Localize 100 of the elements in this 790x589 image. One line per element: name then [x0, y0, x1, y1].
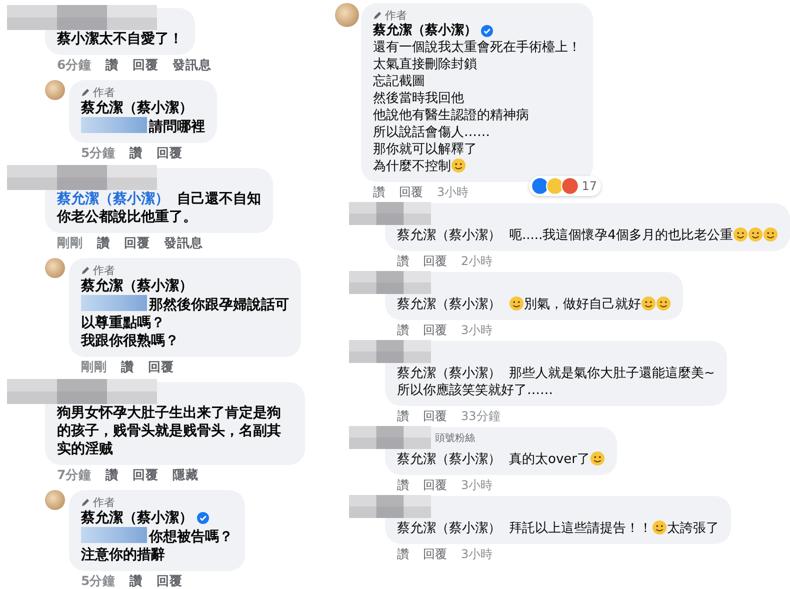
- comment-action-link[interactable]: 讚: [397, 253, 409, 269]
- timestamp: 33分鐘: [461, 408, 500, 424]
- timestamp: 剛剛: [81, 359, 107, 375]
- comment-action-link[interactable]: 隱藏: [172, 467, 199, 483]
- blurred-name: [81, 117, 147, 133]
- emoji-icon: [748, 227, 763, 242]
- avatar[interactable]: [45, 258, 65, 278]
- comment-text: 別氣，做好自己就好: [524, 297, 641, 312]
- comment-action-link[interactable]: 讚: [130, 145, 143, 161]
- comment-action-link[interactable]: 回覆: [423, 546, 447, 562]
- wow-reaction-icon: [546, 177, 564, 195]
- comment-action-link[interactable]: 回覆: [132, 57, 159, 73]
- comment-text: 為什麼不控制: [373, 159, 451, 174]
- comment-text: 注意你的措辭: [81, 547, 165, 563]
- timestamp: 7分鐘: [57, 467, 92, 483]
- commenter-name[interactable]: 蔡允潔（蔡小潔）: [81, 509, 193, 527]
- comment-action-link[interactable]: 回覆: [124, 235, 150, 251]
- timestamp: 3小時: [437, 184, 469, 200]
- comment-text: 呃.....我這個懷孕4個多月的也比老公重: [509, 228, 733, 243]
- mention-link[interactable]: 蔡允潔（蔡小潔）: [397, 297, 501, 312]
- comment-text: 自己還不自知: [177, 191, 261, 207]
- comment-action-link[interactable]: 讚: [397, 546, 409, 562]
- emoji-icon: [590, 451, 605, 466]
- avatar[interactable]: [45, 490, 65, 510]
- comment-action-link[interactable]: 回覆: [156, 145, 183, 161]
- timestamp: 剛剛: [57, 235, 83, 251]
- author-label: 作者: [93, 496, 115, 509]
- comment-action-link[interactable]: 讚: [97, 235, 110, 251]
- timestamp: 3小時: [461, 546, 493, 562]
- like-reaction-icon: [530, 177, 549, 195]
- comment-text: 請問哪裡: [149, 119, 205, 135]
- comment-text: 然後當時我回他: [373, 91, 464, 106]
- comment-text: 忘記截圖: [373, 74, 425, 89]
- comment-action-link[interactable]: 回覆: [132, 467, 159, 483]
- comment-text: 太誇張了: [667, 521, 719, 536]
- author-label: 作者: [385, 9, 407, 22]
- comment-text: 太氣直接刪除封鎖: [373, 57, 477, 72]
- comment-text: 那然後你跟孕婦說話可: [149, 297, 289, 313]
- pencil-icon: [81, 498, 90, 507]
- mention-link[interactable]: 蔡允潔（蔡小潔）: [397, 452, 501, 467]
- comment-text: 以尊重點嗎？: [81, 315, 165, 331]
- emoji-icon: [656, 296, 671, 311]
- comment-action-link[interactable]: 回覆: [399, 184, 423, 200]
- comment-action-link[interactable]: 讚: [106, 57, 119, 73]
- comment-text: 你想被告嗎？: [149, 529, 233, 545]
- commenter-name[interactable]: 蔡允潔（蔡小潔）: [81, 99, 193, 117]
- comment-action-link[interactable]: 讚: [106, 467, 119, 483]
- comment-text: 我跟你很熟嗎？: [81, 333, 179, 349]
- comment-action-link[interactable]: 回覆: [156, 573, 183, 589]
- comment-text: 還有一個說我太重會死在手術檯上！: [373, 40, 581, 55]
- emoji-icon: [732, 227, 748, 242]
- angry-reaction-icon: [560, 177, 579, 195]
- mention-link[interactable]: 蔡允潔（蔡小潔）: [397, 521, 501, 536]
- comment-text: 拜託以上這些請提告！！: [509, 521, 652, 536]
- comment-action-link[interactable]: 讚: [397, 322, 409, 338]
- timestamp: 3小時: [461, 322, 493, 338]
- comment-action-link[interactable]: 讚: [130, 573, 143, 589]
- reaction-summary[interactable]: 17: [528, 176, 601, 196]
- comment-action-link[interactable]: 回覆: [148, 359, 174, 375]
- emoji-icon: [652, 520, 667, 535]
- pencil-icon: [373, 11, 382, 20]
- blurred-name: [81, 295, 147, 311]
- emoji-icon: [451, 158, 466, 173]
- comment-text: 那些人就是氣你大肚子還能這麼美~: [509, 366, 715, 381]
- comment-action-link[interactable]: 回覆: [423, 408, 447, 424]
- pencil-icon: [81, 266, 90, 275]
- timestamp: 5分鐘: [81, 573, 116, 589]
- comment-action-link[interactable]: 發訊息: [172, 57, 212, 73]
- pencil-icon: [81, 88, 90, 97]
- comment-text: 所以說話會傷人……: [373, 125, 490, 140]
- comment-action-link[interactable]: 讚: [121, 359, 134, 375]
- comment-action-link[interactable]: 回覆: [423, 253, 447, 269]
- comment-action-link[interactable]: 回覆: [423, 477, 447, 493]
- avatar[interactable]: [335, 3, 359, 27]
- emoji-icon: [641, 296, 656, 311]
- comment-action-link[interactable]: 讚: [397, 477, 409, 493]
- mention-link[interactable]: 蔡允潔（蔡小潔）: [397, 366, 501, 381]
- commenter-name[interactable]: 蔡允潔（蔡小潔）: [373, 22, 477, 39]
- author-label: 作者: [93, 264, 115, 277]
- avatar[interactable]: [45, 80, 65, 100]
- author-label: 作者: [93, 86, 115, 99]
- emoji-icon: [509, 296, 524, 311]
- mention-link[interactable]: 蔡允潔（蔡小潔）: [397, 228, 501, 243]
- timestamp: 6分鐘: [57, 57, 92, 73]
- comment-action-link[interactable]: 回覆: [423, 322, 447, 338]
- timestamp: 2小時: [461, 253, 493, 269]
- comment-action-link[interactable]: 發訊息: [164, 235, 203, 251]
- top-fan-label: 頭號粉絲: [435, 433, 475, 444]
- commenter-name[interactable]: 蔡允潔（蔡小潔）: [81, 277, 193, 295]
- comment-text: 那你就可以解釋了: [373, 142, 477, 157]
- emoji-icon: [762, 227, 778, 242]
- comment-text: 蔡小潔太不自愛了！: [57, 31, 183, 47]
- blurred-name: [81, 527, 147, 543]
- timestamp: 3小時: [461, 477, 493, 493]
- comment-text: 真的太over了: [509, 452, 590, 467]
- comment-text: 你老公都說比他重了。: [57, 209, 197, 225]
- comment-action-link[interactable]: 讚: [373, 184, 385, 200]
- comment-text: 他說他有醫生認證的精神病: [373, 108, 529, 123]
- comment-action-link[interactable]: 讚: [397, 408, 409, 424]
- mention-link[interactable]: 蔡允潔（蔡小潔）: [57, 191, 169, 207]
